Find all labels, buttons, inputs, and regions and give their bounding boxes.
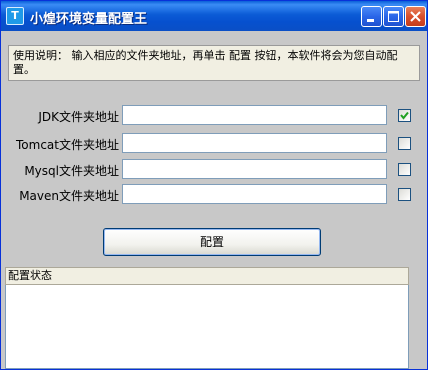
jdk-checkbox[interactable] [398, 109, 411, 122]
mysql-checkbox[interactable] [398, 163, 411, 176]
status-header: 配置状态 [5, 267, 409, 285]
maven-path-input[interactable] [122, 184, 387, 204]
field-row-mysql: Mysql文件夹地址 [1, 159, 427, 181]
status-output-area[interactable] [5, 285, 409, 369]
tomcat-path-input[interactable] [122, 133, 387, 153]
config-button[interactable]: 配置 [103, 228, 321, 256]
maven-checkbox[interactable] [398, 188, 411, 201]
field-row-tomcat: Tomcat文件夹地址 [1, 133, 427, 155]
maximize-button[interactable] [383, 6, 404, 27]
tomcat-label: Tomcat文件夹地址 [16, 138, 119, 152]
mysql-path-input[interactable] [122, 159, 387, 179]
field-row-jdk: JDK文件夹地址 [1, 105, 427, 127]
maven-label: Maven文件夹地址 [19, 189, 119, 203]
minimize-icon [367, 19, 374, 22]
tomcat-checkbox[interactable] [398, 137, 411, 150]
checkmark-icon [400, 111, 409, 120]
app-icon[interactable]: T [6, 7, 24, 25]
close-button[interactable] [405, 6, 426, 27]
instructions-text: 使用说明： 输入相应的文件夹地址，再单击 配置 按钮，本软件将会为您自动配置。 [8, 45, 420, 81]
jdk-path-input[interactable] [122, 105, 387, 125]
jdk-label: JDK文件夹地址 [38, 110, 119, 124]
client-area: 使用说明： 输入相应的文件夹地址，再单击 配置 按钮，本软件将会为您自动配置。 … [1, 31, 427, 369]
title-bar[interactable]: T 小煌环境变量配置王 [1, 1, 427, 31]
close-icon [410, 11, 421, 22]
mysql-label: Mysql文件夹地址 [24, 164, 119, 178]
field-row-maven: Maven文件夹地址 [1, 184, 427, 206]
app-window: T 小煌环境变量配置王 使用说明： 输入相应的文件夹地址，再单击 配置 按钮，本… [0, 0, 428, 370]
maximize-icon [388, 11, 399, 22]
window-title: 小煌环境变量配置王 [30, 12, 148, 27]
minimize-button[interactable] [361, 6, 382, 27]
